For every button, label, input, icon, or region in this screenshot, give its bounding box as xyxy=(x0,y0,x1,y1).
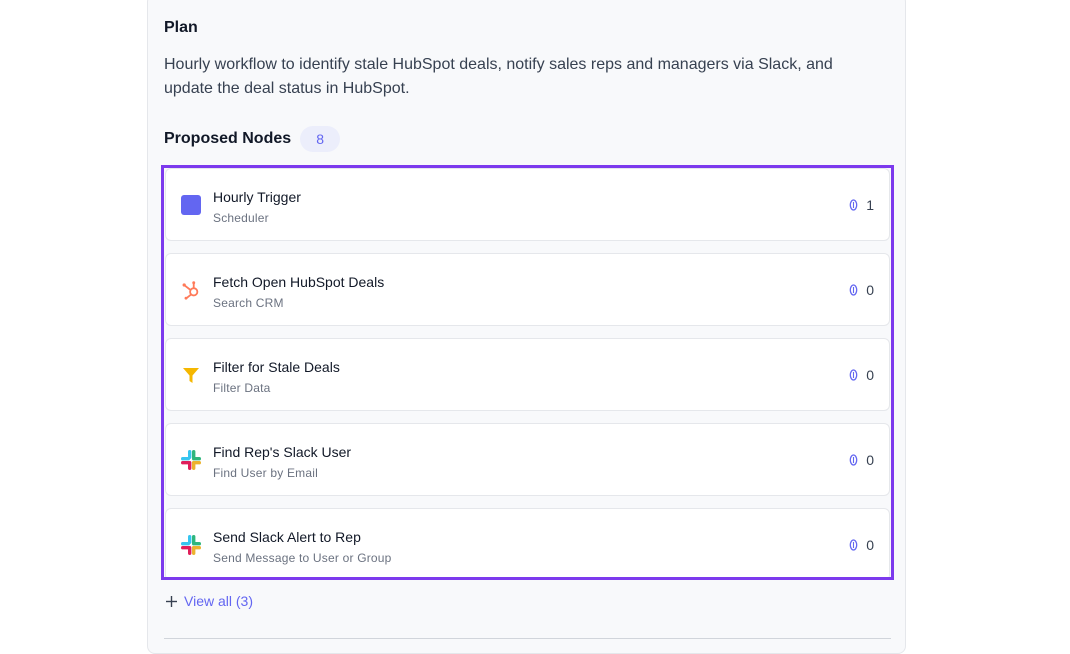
node-count: 0 xyxy=(866,452,874,468)
node-card-find-slack-user[interactable]: Find Rep's Slack User Find User by Email… xyxy=(165,423,890,496)
plus-icon xyxy=(166,595,177,607)
proposed-nodes-header: Proposed Nodes 8 xyxy=(164,126,341,152)
plan-panel: Plan Hourly workflow to identify stale H… xyxy=(147,0,906,654)
node-meta: 0 xyxy=(849,452,874,468)
node-meta: 0 xyxy=(849,537,874,553)
node-subtitle: Filter Data xyxy=(213,381,271,395)
node-count: 0 xyxy=(866,537,874,553)
node-subtitle: Search CRM xyxy=(213,296,284,310)
node-count: 1 xyxy=(866,197,874,213)
plan-title: Plan xyxy=(164,19,198,36)
scheduler-icon xyxy=(181,195,201,215)
node-name: Fetch Open HubSpot Deals xyxy=(213,274,385,290)
node-card-fetch-hubspot-deals[interactable]: Fetch Open HubSpot Deals Search CRM 0 xyxy=(165,253,890,326)
node-name: Hourly Trigger xyxy=(213,189,301,205)
divider xyxy=(164,638,891,639)
link-icon xyxy=(849,284,858,296)
node-meta: 1 xyxy=(849,197,874,213)
node-name: Find Rep's Slack User xyxy=(213,444,352,460)
node-subtitle: Send Message to User or Group xyxy=(213,551,392,565)
node-count: 0 xyxy=(866,367,874,383)
node-subtitle: Find User by Email xyxy=(213,466,318,480)
slack-icon xyxy=(181,450,201,470)
link-icon xyxy=(849,539,858,551)
node-card-filter-stale-deals[interactable]: Filter for Stale Deals Filter Data 0 xyxy=(165,338,890,411)
hubspot-icon xyxy=(181,280,201,300)
view-all-button[interactable]: View all (3) xyxy=(166,593,253,609)
proposed-nodes-title: Proposed Nodes xyxy=(164,130,292,147)
slack-icon xyxy=(181,535,201,555)
nodes-list: Hourly Trigger Scheduler 1 Fetch Open Hu… xyxy=(161,165,894,580)
node-card-send-slack-alert[interactable]: Send Slack Alert to Rep Send Message to … xyxy=(165,508,890,577)
link-icon xyxy=(849,369,858,381)
node-meta: 0 xyxy=(849,367,874,383)
node-count: 0 xyxy=(866,282,874,298)
plan-description: Hourly workflow to identify stale HubSpo… xyxy=(164,56,833,97)
node-card-hourly-trigger[interactable]: Hourly Trigger Scheduler 1 xyxy=(165,168,890,241)
node-name: Filter for Stale Deals xyxy=(213,359,340,375)
nodes-count-badge: 8 xyxy=(300,126,341,152)
view-all-label: View all (3) xyxy=(184,593,253,609)
link-icon xyxy=(849,199,858,211)
node-subtitle: Scheduler xyxy=(213,211,269,225)
filter-icon xyxy=(181,365,201,385)
link-icon xyxy=(849,454,858,466)
node-meta: 0 xyxy=(849,282,874,298)
node-name: Send Slack Alert to Rep xyxy=(213,529,361,545)
